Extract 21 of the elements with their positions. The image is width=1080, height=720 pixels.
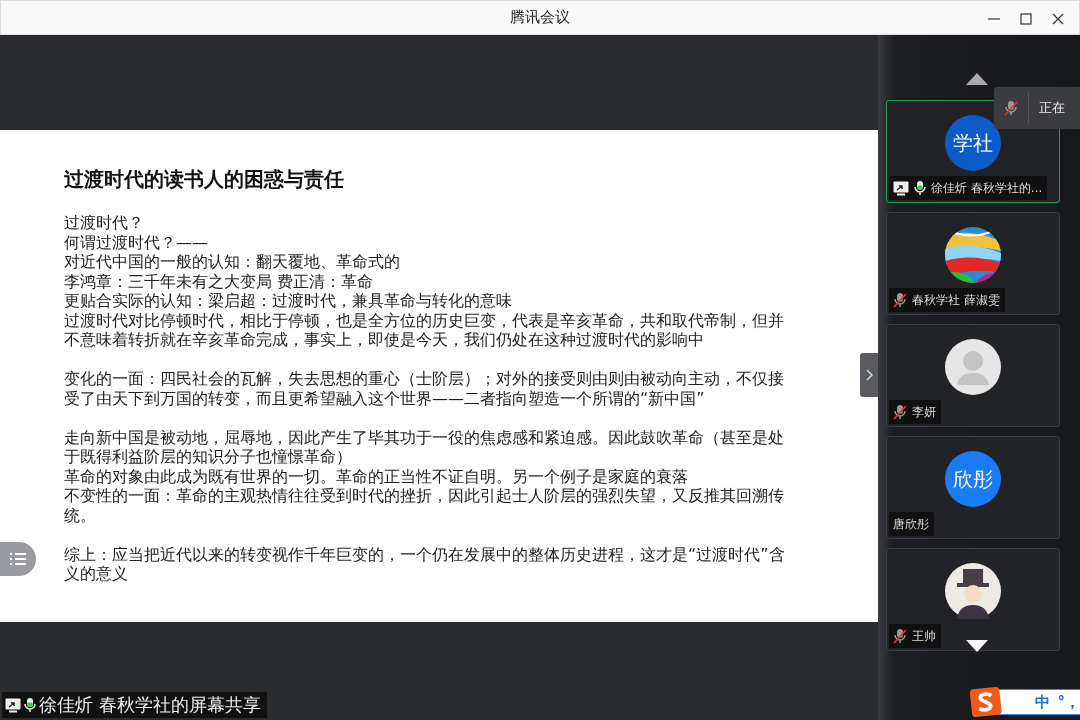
slide-text: 走向新中国是被动地，屈辱地，因此产生了毕其功于一役的焦虑感和紧迫感。因此鼓吹革命（甚至是处于既得利益阶层的知识分子也憧憬革命） xyxy=(64,427,785,467)
participant-name: 王帅 xyxy=(912,627,936,645)
participant-name: 徐佳炘 春秋学社的... xyxy=(931,179,1043,197)
window-title: 腾讯会议 xyxy=(510,8,570,27)
avatar: 学社 xyxy=(945,115,1001,171)
slide-text: 何谓过渡时代？—— xyxy=(64,232,209,252)
slide-text: 不变性的一面：革命的主观热情往往受到时代的挫折，因此引起士人阶层的强烈失望，又反推其回溯传统。 xyxy=(64,486,785,525)
participant-name: 春秋学社 薛淑雯 xyxy=(912,291,1000,309)
share-caption-text: 徐佳炘 春秋学社的屏幕共享 xyxy=(39,693,261,717)
slide-title: 过渡时代的读书人的困惑与责任 xyxy=(64,166,345,193)
slide-text: 对近代中国的一般的认知：翻天覆地、革命式的 xyxy=(64,252,401,272)
avatar: 欣彤 xyxy=(945,451,1001,507)
slide-text: 革命的对象由此成为既有世界的一切。革命的正当性不证自明。另一个例子是家庭的衰落 xyxy=(64,466,689,486)
participant-name: 李妍 xyxy=(912,403,936,421)
slide-text: 变化的一面：四民社会的瓦解，失去思想的重心（士阶层）；对外的接受则由则由被动向主动，不仅接受了由天下到万国的转变，而且更希望融入这个世界——二者指向塑造一个所谓的“新中国” xyxy=(64,369,785,408)
participant-name: 唐欣彤 xyxy=(893,515,929,533)
slide-text: 过渡时代？ xyxy=(64,213,145,233)
slide-text: 综上：应当把近代以来的转变视作千年巨变的，一个仍在发展中的整体历史进程，这才是“过渡时代”含义的意义 xyxy=(64,544,786,584)
slide-text: 更贴合实际的认知：梁启超：过渡时代，兼具革命与转化的意味 xyxy=(64,291,513,311)
slide-text: 过渡时代对比停顿时代，相比于停顿，也是全方位的历史巨变，代表是辛亥革命，共和取代帝制，但并不意味着转折就在辛亥革命完成，事实上，即使是今天，我们仍处在这种过渡时代的影响中 xyxy=(64,310,785,350)
slide-text: 李鸿章：三千年未有之大变局 费正清：革命 xyxy=(64,271,375,291)
